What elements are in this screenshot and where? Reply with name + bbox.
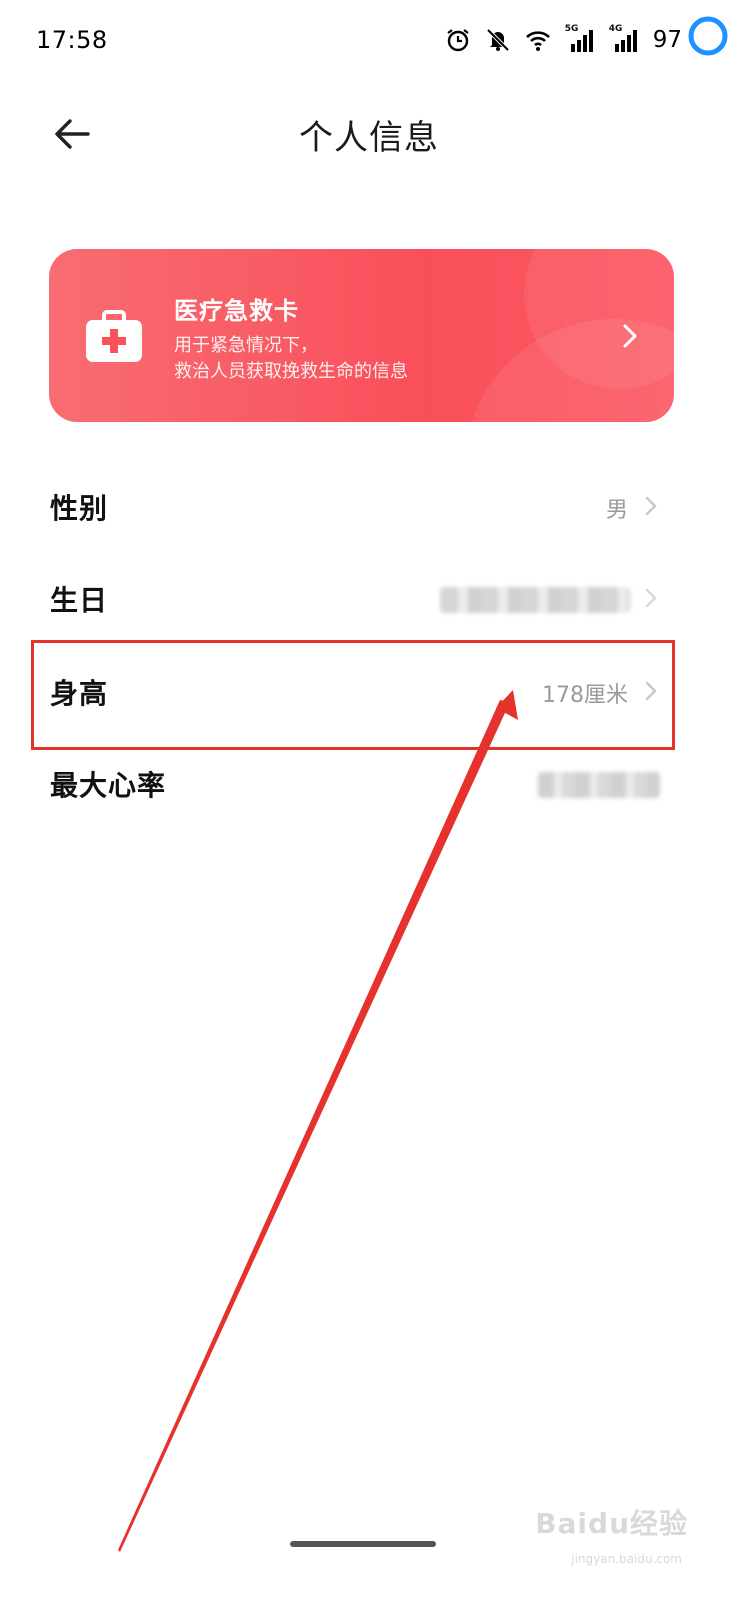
signal-4g-tag: 4G <box>608 24 623 34</box>
row-label: 最大心率 <box>50 769 167 802</box>
row-max-heart-rate[interactable]: 最大心率 <box>0 738 738 830</box>
row-height[interactable]: 身高 178厘米 <box>0 646 738 738</box>
row-birthday[interactable]: 生日 <box>0 553 738 645</box>
card-description-line: 救治人员获取挽救生命的信息 <box>174 361 408 382</box>
battery-level: 97 <box>652 27 682 53</box>
status-bar: 17:58 5G 4G 97 <box>0 0 738 80</box>
wifi-icon <box>525 31 550 51</box>
card-decoration <box>464 319 674 422</box>
chevron-right-icon <box>645 496 657 516</box>
home-indicator[interactable] <box>290 1541 436 1547</box>
nav-bar: 个人信息 <box>0 90 738 180</box>
chevron-right-icon <box>623 324 637 348</box>
row-label: 身高 <box>50 677 109 710</box>
page-title: 个人信息 <box>299 118 439 158</box>
medical-emergency-card[interactable]: 医疗急救卡 用于紧急情况下， 救治人员获取挽救生命的信息 <box>49 249 674 422</box>
redacted-value <box>538 772 660 798</box>
first-aid-kit-icon <box>86 310 142 362</box>
watermark-url: jingyan.baidu.com <box>571 1552 682 1566</box>
row-value: 178厘米 <box>542 683 628 708</box>
row-value: 男 <box>605 498 628 523</box>
signal-4g-icon: 4G <box>608 24 639 53</box>
card-title: 医疗急救卡 <box>174 297 299 325</box>
watermark-logo: Baidu经验 <box>535 1507 688 1540</box>
card-description: 用于紧急情况下， 救治人员获取挽救生命的信息 <box>174 333 408 385</box>
row-gender[interactable]: 性别 男 <box>0 461 738 553</box>
redacted-value <box>440 587 630 613</box>
chevron-right-icon <box>645 588 657 608</box>
signal-5g-icon: 5G <box>564 24 595 53</box>
alarm-icon <box>447 29 469 52</box>
card-description-line: 用于紧急情况下， <box>174 335 318 356</box>
row-label: 生日 <box>50 584 109 617</box>
chevron-right-icon <box>645 681 657 701</box>
battery-ring-icon <box>688 16 728 56</box>
signal-5g-tag: 5G <box>564 24 579 34</box>
mute-icon <box>486 28 510 52</box>
status-time: 17:58 <box>36 26 108 54</box>
row-label: 性别 <box>50 492 109 525</box>
status-icons: 5G 4G 97 <box>445 22 682 58</box>
